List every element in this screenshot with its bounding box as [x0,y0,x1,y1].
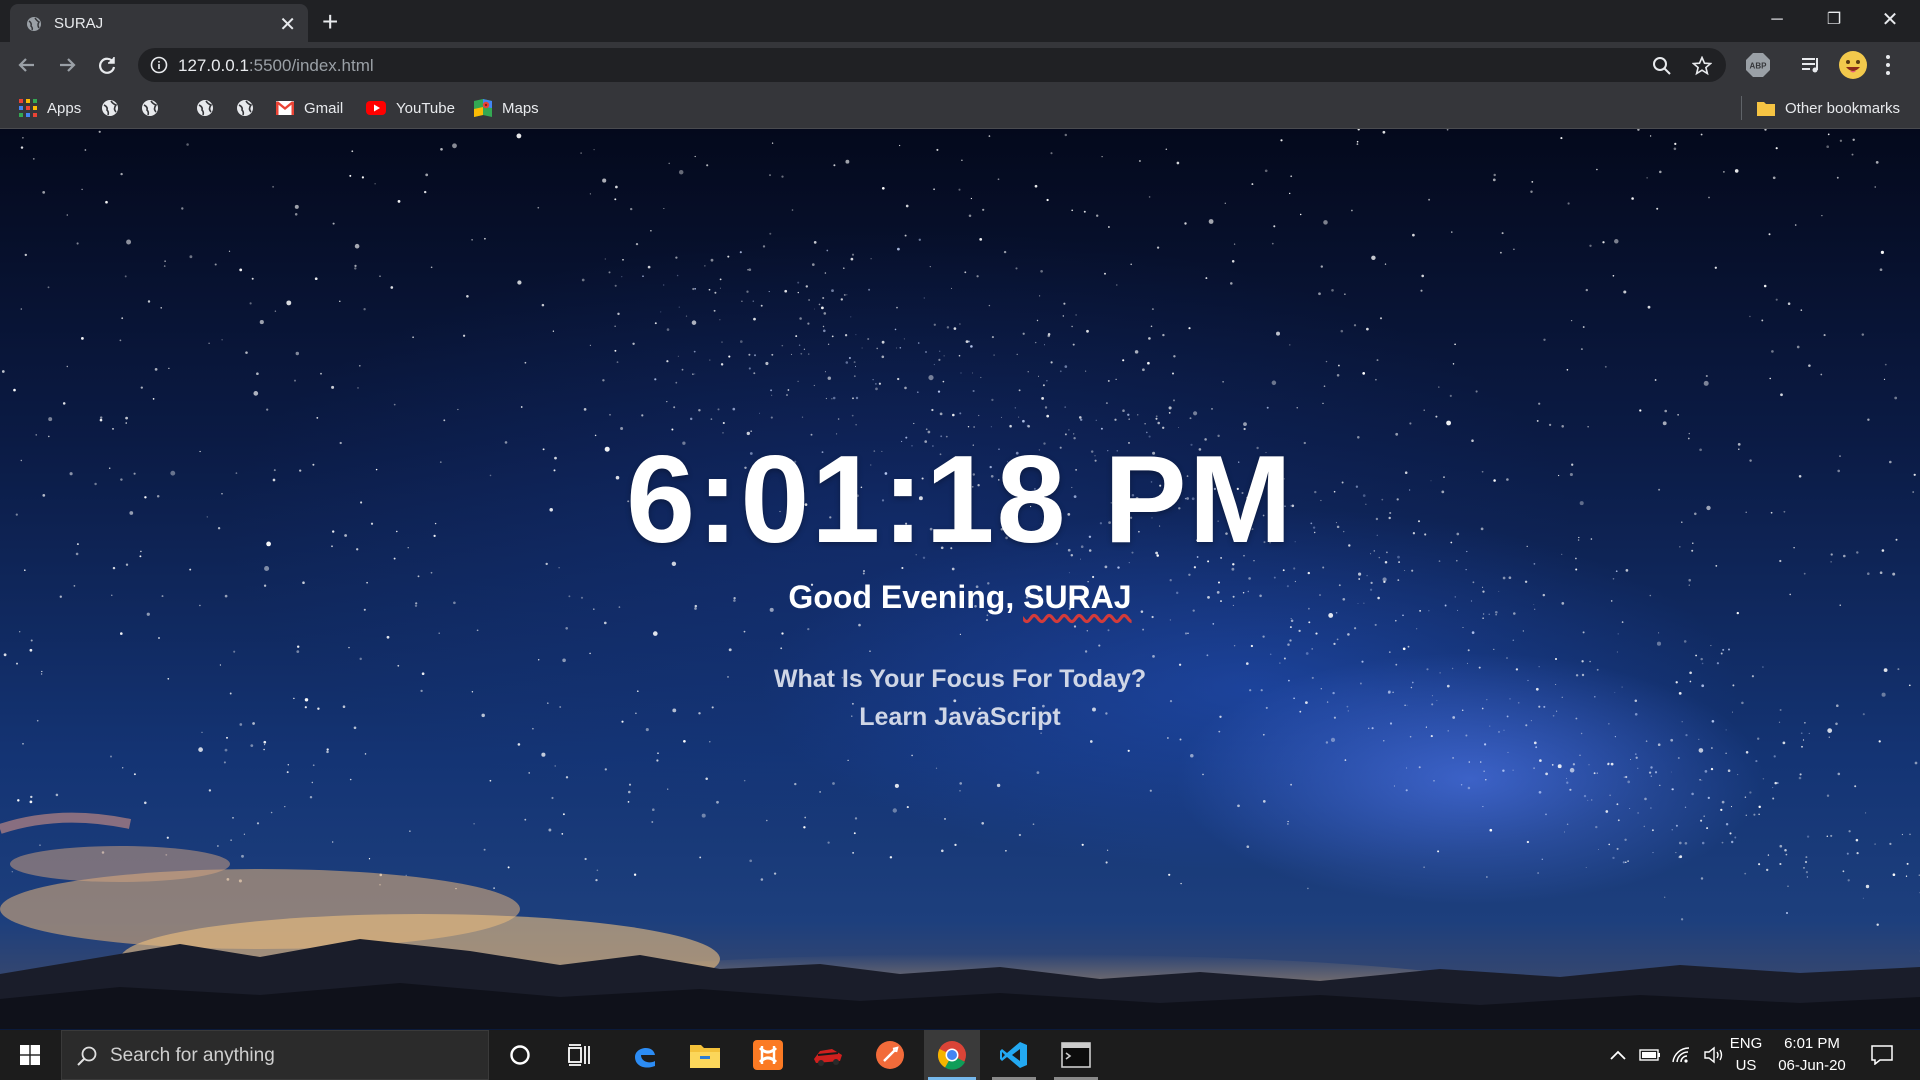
greeting-text: Good Evening, SURAJ [0,579,1920,616]
windows-logo-icon [20,1045,40,1065]
taskbar-edge[interactable] [617,1030,673,1080]
taskbar-vscode[interactable] [986,1030,1042,1080]
mountain-skyline-background [0,812,1920,1029]
vscode-icon [1000,1042,1027,1068]
taskbar-date: 06-Jun-20 [1778,1057,1846,1074]
language-code: ENG [1729,1035,1763,1052]
adblock-plus-icon[interactable]: ABP [1745,52,1771,78]
bookmark-gmail[interactable]: Gmail [276,96,343,120]
close-window-button[interactable]: ✕ [1862,4,1918,36]
bookmark-youtube-label: YouTube [396,99,455,117]
taskbar-postman[interactable] [862,1030,918,1080]
taskbar-search-placeholder: Search for anything [110,1045,275,1066]
notification-icon [1871,1045,1893,1065]
task-view-icon [568,1044,590,1066]
browser-toolbar: 127.0.0.1:5500/index.html ABP [0,42,1920,88]
bookmark-apps[interactable]: Apps [19,96,81,120]
focus-answer[interactable]: Learn JavaScript [0,703,1920,732]
postman-icon [876,1041,904,1069]
minimize-button[interactable]: ─ [1749,4,1805,36]
edge-icon [635,1048,655,1068]
address-bar[interactable]: 127.0.0.1:5500/index.html [138,48,1726,82]
taskbar-clock[interactable]: 6:01 PM 06-Jun-20 [1770,1033,1854,1077]
maps-icon [474,99,492,117]
volume-control[interactable] [1700,1030,1728,1080]
bookmark-star-icon[interactable] [1692,56,1712,76]
gmail-icon [276,101,294,115]
apps-grid-icon [19,99,37,117]
network-status[interactable] [1668,1030,1696,1080]
profile-avatar[interactable] [1838,50,1868,80]
browser-tab-strip: SURAJ ✕ + ─ ❐ ✕ [0,0,1920,42]
cortana-button[interactable] [492,1030,548,1080]
forward-arrow-icon[interactable] [53,51,81,79]
chevron-up-icon [1610,1050,1626,1060]
youtube-icon [366,101,386,115]
taskbar-game-app[interactable] [800,1030,856,1080]
bookmarks-divider [1741,96,1742,120]
battery-icon [1639,1049,1660,1061]
windows-taskbar: Search for anything ENG US 6:01 PM 06-Jun-… [0,1030,1920,1080]
globe-icon [102,100,118,116]
page-content: 6:01:18 PM Good Evening, SURAJ What Is Y… [0,129,1920,1029]
chrome-icon [937,1041,966,1070]
url-text: 127.0.0.1:5500/index.html [178,56,374,75]
start-button[interactable] [0,1030,60,1080]
taskbar-terminal[interactable] [1048,1030,1104,1080]
input-language-indicator[interactable]: ENG US [1726,1033,1766,1077]
info-icon[interactable] [150,56,168,74]
terminal-icon [1061,1042,1091,1068]
bookmark-globe-2[interactable] [141,96,169,120]
globe-icon [142,100,158,116]
cortana-circle-icon [510,1045,530,1065]
globe-icon [237,100,253,116]
task-view-button[interactable] [552,1030,608,1080]
wifi-icon [1672,1047,1690,1063]
bookmark-maps[interactable]: Maps [474,96,539,120]
speaker-icon [1704,1046,1723,1064]
greeting-prefix: Good Evening, [788,579,1024,615]
restore-button[interactable]: ❐ [1806,4,1862,36]
zoom-icon[interactable] [1652,56,1672,76]
reload-icon[interactable] [93,51,121,79]
tab-title: SURAJ [54,15,104,32]
red-car-app-icon [814,1049,842,1066]
bookmark-maps-label: Maps [502,99,539,117]
back-arrow-icon[interactable] [13,51,41,79]
taskbar-xampp[interactable] [740,1030,796,1080]
editable-name[interactable]: SURAJ [1023,579,1131,615]
globe-icon [27,17,41,31]
browser-tab[interactable]: SURAJ ✕ [10,4,308,42]
close-tab-icon[interactable]: ✕ [279,12,296,37]
clock-time: 6:01:18 PM [626,431,1294,569]
region-code: US [1735,1057,1757,1074]
search-icon [77,1046,97,1066]
bookmark-gmail-label: Gmail [304,99,344,117]
taskbar-file-explorer[interactable] [677,1030,733,1080]
bookmark-globe-1[interactable] [101,96,129,120]
focus-question: What Is Your Focus For Today? [773,665,1147,693]
show-hidden-icons-button[interactable] [1606,1030,1630,1080]
media-controls-icon[interactable] [1800,54,1822,76]
battery-status[interactable] [1636,1030,1664,1080]
folder-icon [1757,102,1775,116]
taskbar-chrome[interactable] [924,1030,980,1080]
action-center-button[interactable] [1862,1030,1902,1080]
bookmark-globe-4[interactable] [236,96,264,120]
bookmark-youtube[interactable]: YouTube [366,96,455,120]
new-tab-button[interactable]: + [322,6,338,38]
bookmark-other-label: Other bookmarks [1785,99,1901,117]
browser-menu-icon[interactable] [1884,54,1892,76]
bookmark-globe-3[interactable] [196,96,224,120]
taskbar-search-box[interactable]: Search for anything [61,1030,489,1080]
bookmarks-bar: Apps Gmail YouTube Maps Other bookmarks [0,88,1920,129]
taskbar-time: 6:01 PM [1784,1035,1840,1052]
bookmark-apps-label: Apps [47,99,82,117]
bookmark-other-bookmarks[interactable]: Other bookmarks [1757,96,1900,120]
globe-icon [197,100,213,116]
xampp-icon [753,1040,783,1070]
svg-text:ABP: ABP [1750,62,1768,71]
folder-icon [690,1045,720,1068]
